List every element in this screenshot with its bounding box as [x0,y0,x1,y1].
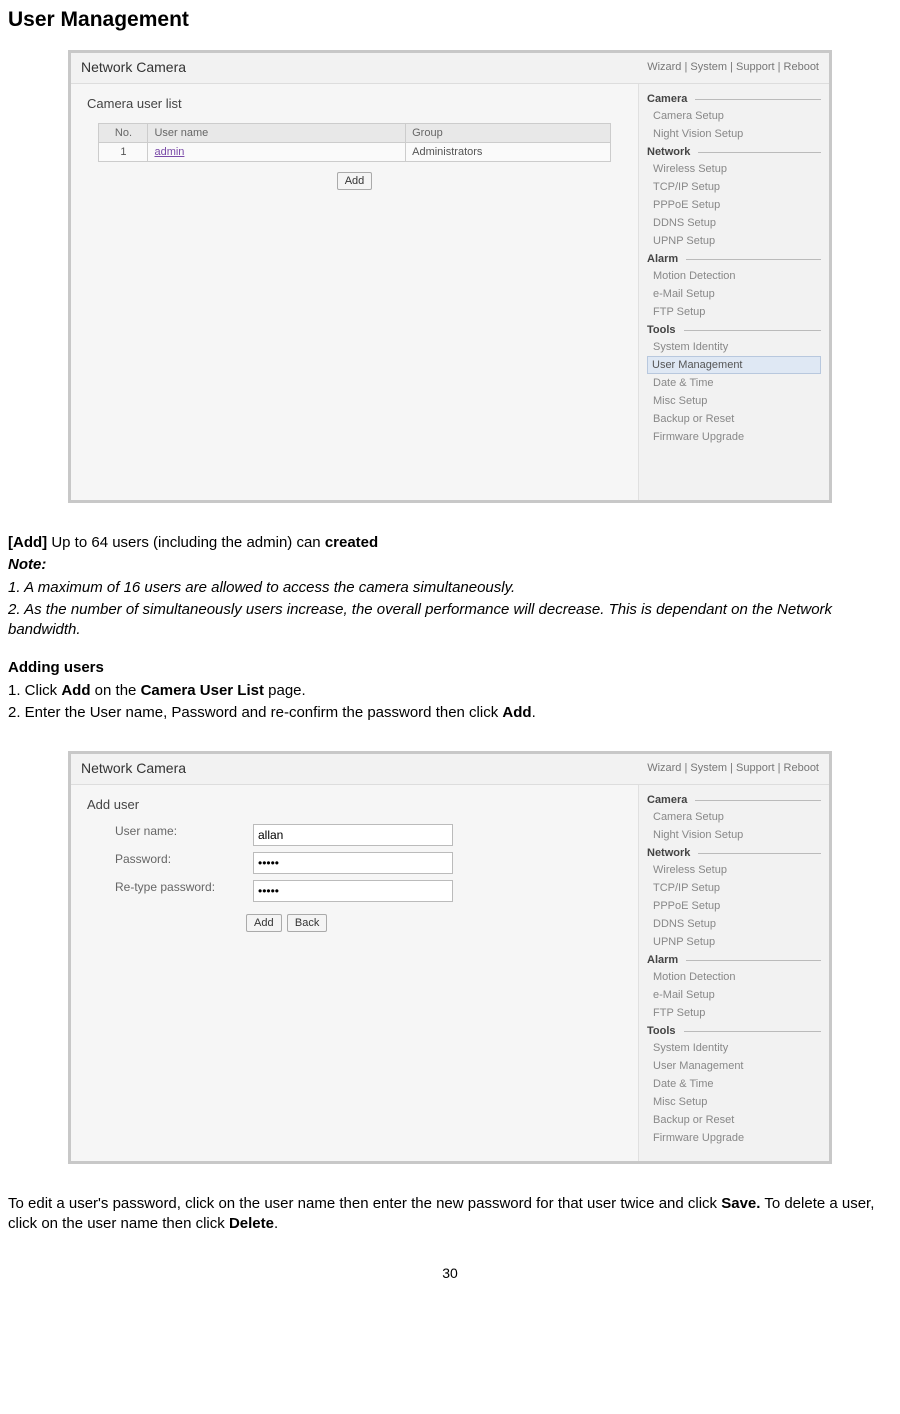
cell-no: 1 [99,143,148,162]
panel-title: Add user [87,797,624,812]
topbar-links[interactable]: Wizard | System | Support | Reboot [647,61,819,73]
side-group-network: Network [647,143,821,160]
topbar-links[interactable]: Wizard | System | Support | Reboot [647,762,819,774]
doc-text: To edit a user's password, click on the … [8,1194,892,1235]
sidebar-item[interactable]: System Identity [647,338,821,356]
sidebar-item[interactable]: TCP/IP Setup [647,178,821,196]
side-group-tools: Tools [647,1022,821,1039]
sidebar-item[interactable]: PPPoE Setup [647,897,821,915]
side-group-camera: Camera [647,791,821,808]
sidebar-item[interactable]: Camera Setup [647,107,821,125]
doc-text: Note: [8,555,892,575]
side-group-tools: Tools [647,321,821,338]
col-username: User name [148,124,406,143]
screenshot-user-list: Network Camera Wizard | System | Support… [68,50,832,503]
add-button[interactable]: Add [337,172,373,190]
sidebar-item[interactable]: FTP Setup [647,1004,821,1022]
sidebar-item[interactable]: e-Mail Setup [647,986,821,1004]
col-no: No. [99,124,148,143]
sidebar-item[interactable]: DDNS Setup [647,214,821,232]
sidebar-item[interactable]: Backup or Reset [647,1111,821,1129]
sidebar-item[interactable]: Misc Setup [647,392,821,410]
doc-text: Adding users [8,658,892,678]
sidebar-item[interactable]: Backup or Reset [647,410,821,428]
app-brand: Network Camera [81,760,186,776]
sidebar: Camera Camera Setup Night Vision Setup N… [639,785,829,1161]
cell-group: Administrators [406,143,610,162]
sidebar-item[interactable]: PPPoE Setup [647,196,821,214]
sidebar-item[interactable]: Wireless Setup [647,861,821,879]
doc-text: 1. A maximum of 16 users are allowed to … [8,578,892,598]
sidebar-item[interactable]: TCP/IP Setup [647,879,821,897]
app-brand: Network Camera [81,59,186,75]
col-group: Group [406,124,610,143]
password-field[interactable] [253,852,453,874]
page-title: User Management [8,8,892,32]
label-retype: Re-type password: [115,880,245,902]
sidebar-item[interactable]: Firmware Upgrade [647,428,821,446]
add-button[interactable]: Add [246,914,282,932]
page-number: 30 [8,1265,892,1281]
sidebar-item[interactable]: Night Vision Setup [647,826,821,844]
sidebar-item[interactable]: Motion Detection [647,968,821,986]
screenshot-add-user: Network Camera Wizard | System | Support… [68,751,832,1164]
username-field[interactable] [253,824,453,846]
sidebar-item[interactable]: Firmware Upgrade [647,1129,821,1147]
doc-text: [Add] Up to 64 users (including the admi… [8,533,892,553]
doc-text: 1. Click Add on the Camera User List pag… [8,681,892,701]
user-table: No. User name Group 1 admin Administrato… [98,123,610,162]
doc-text: 2. Enter the User name, Password and re-… [8,703,892,723]
sidebar-item[interactable]: Motion Detection [647,267,821,285]
sidebar-item[interactable]: Date & Time [647,1075,821,1093]
sidebar-item-user-management[interactable]: User Management [647,356,821,374]
back-button[interactable]: Back [287,914,327,932]
sidebar-item[interactable]: User Management [647,1057,821,1075]
side-group-alarm: Alarm [647,250,821,267]
sidebar-item[interactable]: Misc Setup [647,1093,821,1111]
sidebar-item[interactable]: Wireless Setup [647,160,821,178]
label-password: Password: [115,852,245,874]
table-row: 1 admin Administrators [99,143,610,162]
sidebar-item[interactable]: DDNS Setup [647,915,821,933]
sidebar-item[interactable]: Night Vision Setup [647,125,821,143]
sidebar: Camera Camera Setup Night Vision Setup N… [639,84,829,500]
retype-password-field[interactable] [253,880,453,902]
side-group-network: Network [647,844,821,861]
user-link[interactable]: admin [154,146,184,158]
sidebar-item[interactable]: UPNP Setup [647,933,821,951]
sidebar-item[interactable]: Date & Time [647,374,821,392]
sidebar-item[interactable]: UPNP Setup [647,232,821,250]
side-group-camera: Camera [647,90,821,107]
label-username: User name: [115,824,245,846]
side-group-alarm: Alarm [647,951,821,968]
sidebar-item[interactable]: FTP Setup [647,303,821,321]
sidebar-item[interactable]: System Identity [647,1039,821,1057]
sidebar-item[interactable]: Camera Setup [647,808,821,826]
doc-text: 2. As the number of simultaneously users… [8,600,892,641]
panel-title: Camera user list [87,96,624,111]
sidebar-item[interactable]: e-Mail Setup [647,285,821,303]
